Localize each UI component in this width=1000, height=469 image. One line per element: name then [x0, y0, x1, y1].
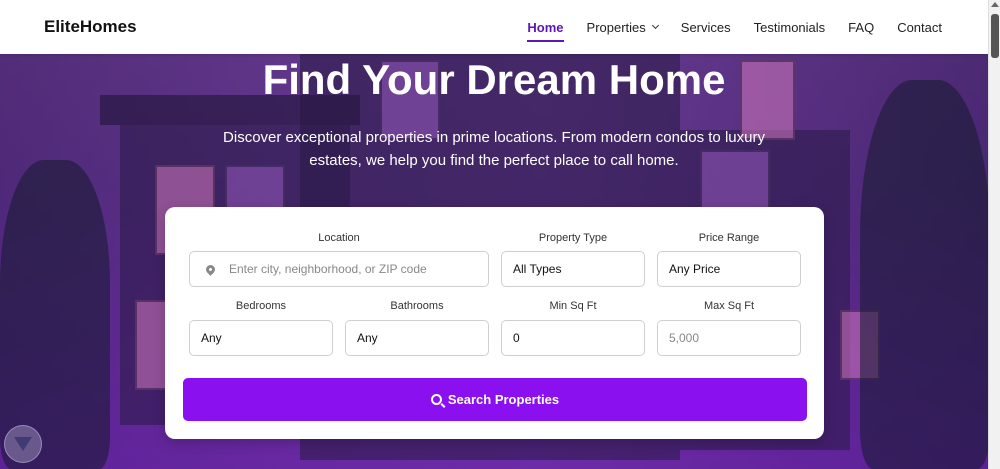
hero-title: Find Your Dream Home: [262, 56, 726, 103]
bathrooms-label: Bathrooms: [390, 300, 444, 312]
tree: [0, 160, 110, 469]
brand-logo[interactable]: EliteHomes: [44, 17, 137, 37]
location-placeholder: Enter city, neighborhood, or ZIP code: [229, 262, 427, 276]
max-sqft-label: Max Sq Ft: [703, 300, 755, 312]
scroll-up-arrow-icon[interactable]: [991, 2, 999, 7]
scroll-thumb[interactable]: [991, 14, 999, 58]
nav-link-label: Properties: [586, 19, 646, 35]
nav-link-faq[interactable]: FAQ: [848, 20, 874, 35]
min-sqft-label: Min Sq Ft: [549, 300, 597, 312]
max-sqft-input[interactable]: 5,000: [657, 320, 801, 356]
search-properties-button[interactable]: Search Properties: [183, 378, 807, 421]
nav-links: Home Properties Services Testimonials FA…: [527, 19, 942, 42]
nav-link-label: Contact: [897, 19, 942, 35]
nav-link-testimonials[interactable]: Testimonials: [754, 20, 826, 35]
search-card: Location Enter city, neighborhood, or ZI…: [165, 207, 824, 439]
min-sqft-input[interactable]: 0: [501, 320, 645, 356]
property-type-select[interactable]: All Types: [501, 251, 645, 287]
nav-link-properties[interactable]: Properties: [586, 19, 659, 35]
hero-subtitle: Discover exceptional properties in prime…: [223, 129, 765, 169]
nav-link-label: FAQ: [848, 19, 875, 35]
price-range-label: Price Range: [698, 232, 760, 244]
search-icon: [430, 394, 442, 405]
tree: [860, 80, 988, 469]
location-label: Location: [318, 232, 360, 244]
price-range-select[interactable]: Any Price: [657, 251, 801, 287]
shield-icon: [14, 437, 32, 451]
bedrooms-select[interactable]: Any: [189, 320, 333, 356]
scrollbar[interactable]: [988, 0, 1000, 469]
nav-link-contact[interactable]: Contact: [897, 20, 942, 35]
navbar: EliteHomes Home Properties Services Test…: [0, 0, 988, 54]
nav-link-services[interactable]: Services: [681, 20, 731, 35]
search-button-label: Search Properties: [447, 392, 560, 407]
map-pin-icon: [204, 262, 217, 276]
nav-link-label: Services: [680, 19, 731, 35]
nav-link-home[interactable]: Home: [527, 19, 564, 42]
watermark-logo: [4, 425, 42, 463]
location-input[interactable]: Enter city, neighborhood, or ZIP code: [189, 251, 489, 287]
bathrooms-select[interactable]: Any: [345, 320, 489, 356]
nav-link-label: Home: [527, 19, 564, 35]
nav-link-label: Testimonials: [753, 19, 826, 35]
bedrooms-label: Bedrooms: [235, 300, 287, 312]
property-type-label: Property Type: [538, 232, 608, 244]
chevron-down-icon: [651, 21, 659, 30]
